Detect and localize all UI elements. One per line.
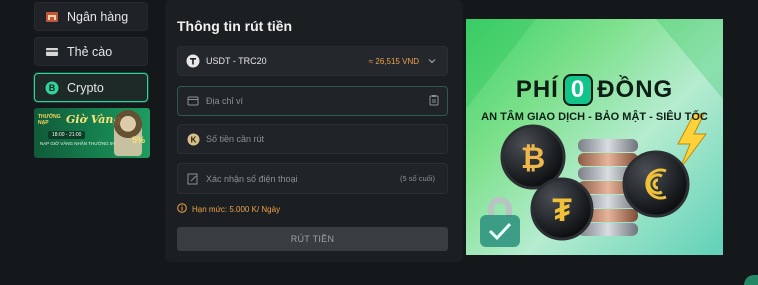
chevron-down-icon (427, 56, 437, 66)
tether-coin-icon: ₮ (530, 177, 594, 241)
promo-time: 18:00 - 21:00 (48, 131, 86, 139)
sidebar-item-label: Ngân hàng (67, 9, 129, 24)
wallet-icon (186, 94, 200, 108)
promo-line2: NẠP (38, 120, 49, 126)
coin-k-icon: K (186, 132, 200, 146)
edit-icon (186, 172, 200, 186)
card-icon (45, 45, 59, 59)
zero-fee-banner: ₿ ₮ PHÍ 0 ĐỒNG AN TÂM GIAO DỊCH - BẢO MẬT … (466, 19, 723, 255)
banner-headline: PHÍ 0 ĐỒNG (466, 74, 723, 106)
banner-illustration: ₿ ₮ (466, 19, 723, 247)
promo-label: THƯỞNG NẠP (38, 114, 61, 126)
tether-icon (186, 54, 200, 68)
svg-text:B: B (49, 83, 56, 93)
banner-word-phi: PHÍ (515, 76, 559, 103)
golden-hour-promo-banner[interactable]: THƯỞNG NẠP Giờ Vàng 18:00 - 21:00 NẠP GIỜ… (34, 108, 150, 158)
amount-placeholder: Số tiền cần rút (206, 134, 265, 144)
limit-notice: Hạn mức: 5.000 K/ Ngày (177, 203, 280, 215)
wallet-address-field[interactable]: Địa chỉ ví (177, 86, 448, 116)
banner-tagline: AN TÂM GIAO DỊCH - BẢO MẬT - SIÊU TỐC (481, 111, 708, 123)
amount-field[interactable]: K Số tiền cần rút (177, 124, 448, 154)
svg-text:₮: ₮ (552, 192, 572, 228)
sidebar-item-card[interactable]: Thẻ cào (34, 37, 148, 66)
chat-widget-corner[interactable] (744, 275, 758, 285)
page-title: Thông tin rút tiền (177, 18, 293, 34)
bitcoin-icon: B (45, 81, 59, 95)
banner-zero: 0 (562, 74, 594, 106)
withdraw-button[interactable]: RÚT TIỀN (177, 227, 448, 251)
limit-text: Hạn mức: 5.000 K/ Ngày (192, 204, 281, 214)
padlock-icon (480, 197, 520, 247)
sidebar-item-bank[interactable]: Ngân hàng (34, 2, 148, 31)
info-icon (177, 203, 187, 215)
wallet-address-placeholder: Địa chỉ ví (206, 96, 244, 106)
promo-percent: 5% (132, 135, 146, 145)
currency-select[interactable]: USDT - TRC20 ≈ 26,515 VND (177, 46, 448, 76)
bank-icon (45, 10, 59, 24)
phone-placeholder: Xác nhận số điện thoại (206, 173, 298, 184)
exchange-rate: ≈ 26,515 VND (368, 56, 419, 66)
promo-bottom: NẠP GIỜ VÀNG NHẬN THƯỞNG 5% (40, 141, 117, 146)
svg-text:K: K (190, 135, 196, 144)
sidebar-item-label: Thẻ cào (67, 44, 113, 59)
phone-confirm-field[interactable]: Xác nhận số điện thoại (5 số cuối) (177, 163, 448, 194)
sidebar-item-label: Crypto (67, 80, 104, 95)
banner-word-dong: ĐỒNG (597, 76, 674, 103)
promo-model-image (114, 110, 142, 156)
currency-value: USDT - TRC20 (206, 56, 267, 66)
phone-hint: (5 số cuối) (399, 174, 435, 183)
chainlink-coin-icon (622, 150, 690, 218)
promo-script: Giờ Vàng (66, 113, 122, 126)
sidebar-item-crypto[interactable]: B Crypto (34, 73, 148, 102)
svg-text:₿: ₿ (521, 142, 545, 175)
paste-icon[interactable] (429, 94, 439, 108)
